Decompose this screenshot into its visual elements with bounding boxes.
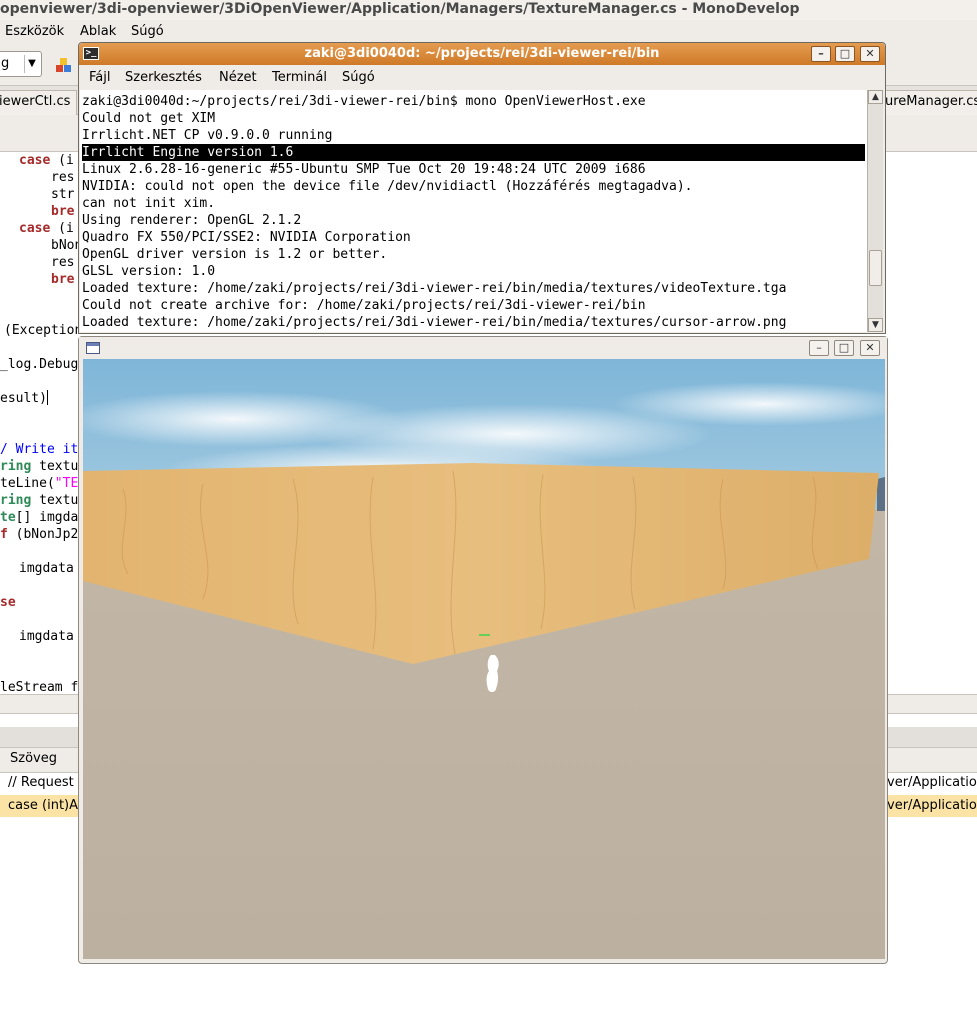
- menu-eszkozok[interactable]: Eszközök: [5, 24, 64, 39]
- terminal-title: zaki@3di0040d: ~/projects/rei/3di-viewer…: [304, 46, 660, 61]
- close-button[interactable]: ✕: [860, 46, 880, 62]
- terminal-title-bar[interactable]: >_ zaki@3di0040d: ~/projects/rei/3di-vie…: [79, 43, 885, 65]
- text-caret: [46, 390, 48, 405]
- code-type: ring: [0, 493, 32, 508]
- tab-texturemanager[interactable]: ureManager.cs: [878, 90, 977, 115]
- terminal-scrollbar[interactable]: ▲ ▼: [867, 90, 883, 332]
- code-text: (i: [50, 221, 74, 236]
- code-line: _log.Debug: [0, 357, 79, 372]
- menu-fajl[interactable]: Fájl: [89, 70, 110, 85]
- 3d-scene-render: [83, 359, 885, 959]
- code-comment: / Write it: [0, 442, 79, 457]
- terminal-line: Quadro FX 550/PCI/SSE2: NVIDIA Corporati…: [82, 230, 411, 245]
- terminal-line: zaki@3di0040d:~/projects/rei/3di-viewer-…: [82, 94, 646, 109]
- code-text: esult): [0, 391, 47, 406]
- code-text: textu: [31, 459, 79, 474]
- result-path: ver/Application: [887, 775, 977, 790]
- menu-szerkesztes[interactable]: Szerkesztés: [125, 70, 202, 85]
- maximize-button[interactable]: □: [835, 46, 855, 62]
- code-line: res: [51, 170, 75, 185]
- code-line: (Exception: [4, 323, 83, 338]
- tab-viewerctl[interactable]: iewerCtl.cs: [0, 90, 78, 115]
- terminal-line-highlighted: Irrlicht Engine version 1.6: [82, 144, 865, 161]
- code-text: [] imgda: [15, 510, 79, 525]
- code-line: res: [51, 255, 75, 270]
- window-title: openviewer/3di-openviewer/3DiOpenViewer/…: [0, 1, 800, 17]
- terminal-line: Loaded texture: /home/zaki/projects/rei/…: [82, 281, 787, 296]
- maximize-button[interactable]: □: [834, 340, 854, 356]
- terminal-line: Linux 2.6.28-16-generic #55-Ubuntu SMP T…: [82, 162, 646, 177]
- column-header-szoveg[interactable]: Szöveg: [10, 751, 57, 766]
- code-string: "TE: [54, 476, 79, 491]
- viewer-window: – □ ✕: [78, 336, 888, 964]
- configuration-combo-value: g: [1, 56, 10, 71]
- terminal-line: GLSL version: 1.0: [82, 264, 216, 279]
- code-text: (i: [50, 153, 74, 168]
- scrollbar-thumb[interactable]: [869, 250, 882, 286]
- terminal-line: Irrlicht.NET CP v0.9.0.0 running: [82, 128, 333, 143]
- close-button[interactable]: ✕: [860, 340, 880, 356]
- build-icon[interactable]: [55, 56, 73, 74]
- code-text: textu: [31, 493, 79, 508]
- minimize-button[interactable]: –: [809, 340, 829, 356]
- terminal-line: can not init xim.: [82, 196, 216, 211]
- menu-ablak[interactable]: Ablak: [80, 24, 116, 39]
- scroll-down-arrow-icon[interactable]: ▼: [868, 318, 883, 332]
- monodevelop-title-bar: openviewer/3di-openviewer/3DiOpenViewer/…: [0, 0, 977, 20]
- code-keyword: bre: [51, 204, 75, 219]
- code-type: te: [0, 510, 16, 525]
- code-line: str: [51, 187, 75, 202]
- window-icon: [86, 342, 100, 354]
- minimize-button[interactable]: –: [811, 46, 831, 62]
- menu-nezet[interactable]: Nézet: [219, 70, 257, 85]
- 3d-viewport[interactable]: [83, 359, 885, 959]
- terminal-line: NVIDIA: could not open the device file /…: [82, 179, 693, 194]
- code-keyword: case: [19, 221, 51, 236]
- menu-sugo-terminal[interactable]: Súgó: [342, 70, 375, 85]
- code-keyword: case: [19, 153, 51, 168]
- terminal-menubar: Fájl Szerkesztés Nézet Terminál Súgó: [79, 65, 885, 89]
- code-text: (bNonJp20: [7, 527, 87, 542]
- monodevelop-menubar: Eszközök Ablak Súgó: [0, 20, 977, 43]
- terminal-line: Could not get XIM: [82, 111, 216, 126]
- code-keyword: se: [0, 595, 16, 610]
- code-line: imgdata: [19, 629, 74, 644]
- terminal-line: Loaded texture: /home/zaki/projects/rei/…: [82, 315, 787, 330]
- viewer-title-bar[interactable]: – □ ✕: [79, 337, 887, 359]
- result-text: case (int)A: [8, 798, 79, 813]
- terminal-window: >_ zaki@3di0040d: ~/projects/rei/3di-vie…: [78, 42, 886, 334]
- tab-viewerctl-label: iewerCtl.cs: [0, 94, 71, 109]
- tab-texturemanager-label: ureManager.cs: [885, 94, 977, 109]
- terminal-line: Using renderer: OpenGL 2.1.2: [82, 213, 302, 228]
- code-text: teLine(: [0, 476, 55, 491]
- scroll-up-arrow-icon[interactable]: ▲: [868, 90, 883, 104]
- result-text: // Request t: [8, 775, 83, 790]
- configuration-combo[interactable]: g ▼: [0, 51, 42, 77]
- menu-terminal[interactable]: Terminál: [272, 70, 327, 85]
- code-keyword: bre: [51, 272, 75, 287]
- chevron-down-icon: ▼: [24, 55, 39, 73]
- menu-sugo[interactable]: Súgó: [131, 24, 164, 39]
- terminal-line: Could not create archive for: /home/zaki…: [82, 298, 646, 313]
- code-type: ring: [0, 459, 32, 474]
- result-path: ver/Application: [887, 798, 977, 813]
- terminal-output[interactable]: zaki@3di0040d:~/projects/rei/3di-viewer-…: [80, 90, 867, 332]
- code-line: imgdata: [19, 561, 74, 576]
- code-keyword: f: [0, 527, 8, 542]
- terminal-line: OpenGL driver version is 1.2 or better.: [82, 247, 388, 262]
